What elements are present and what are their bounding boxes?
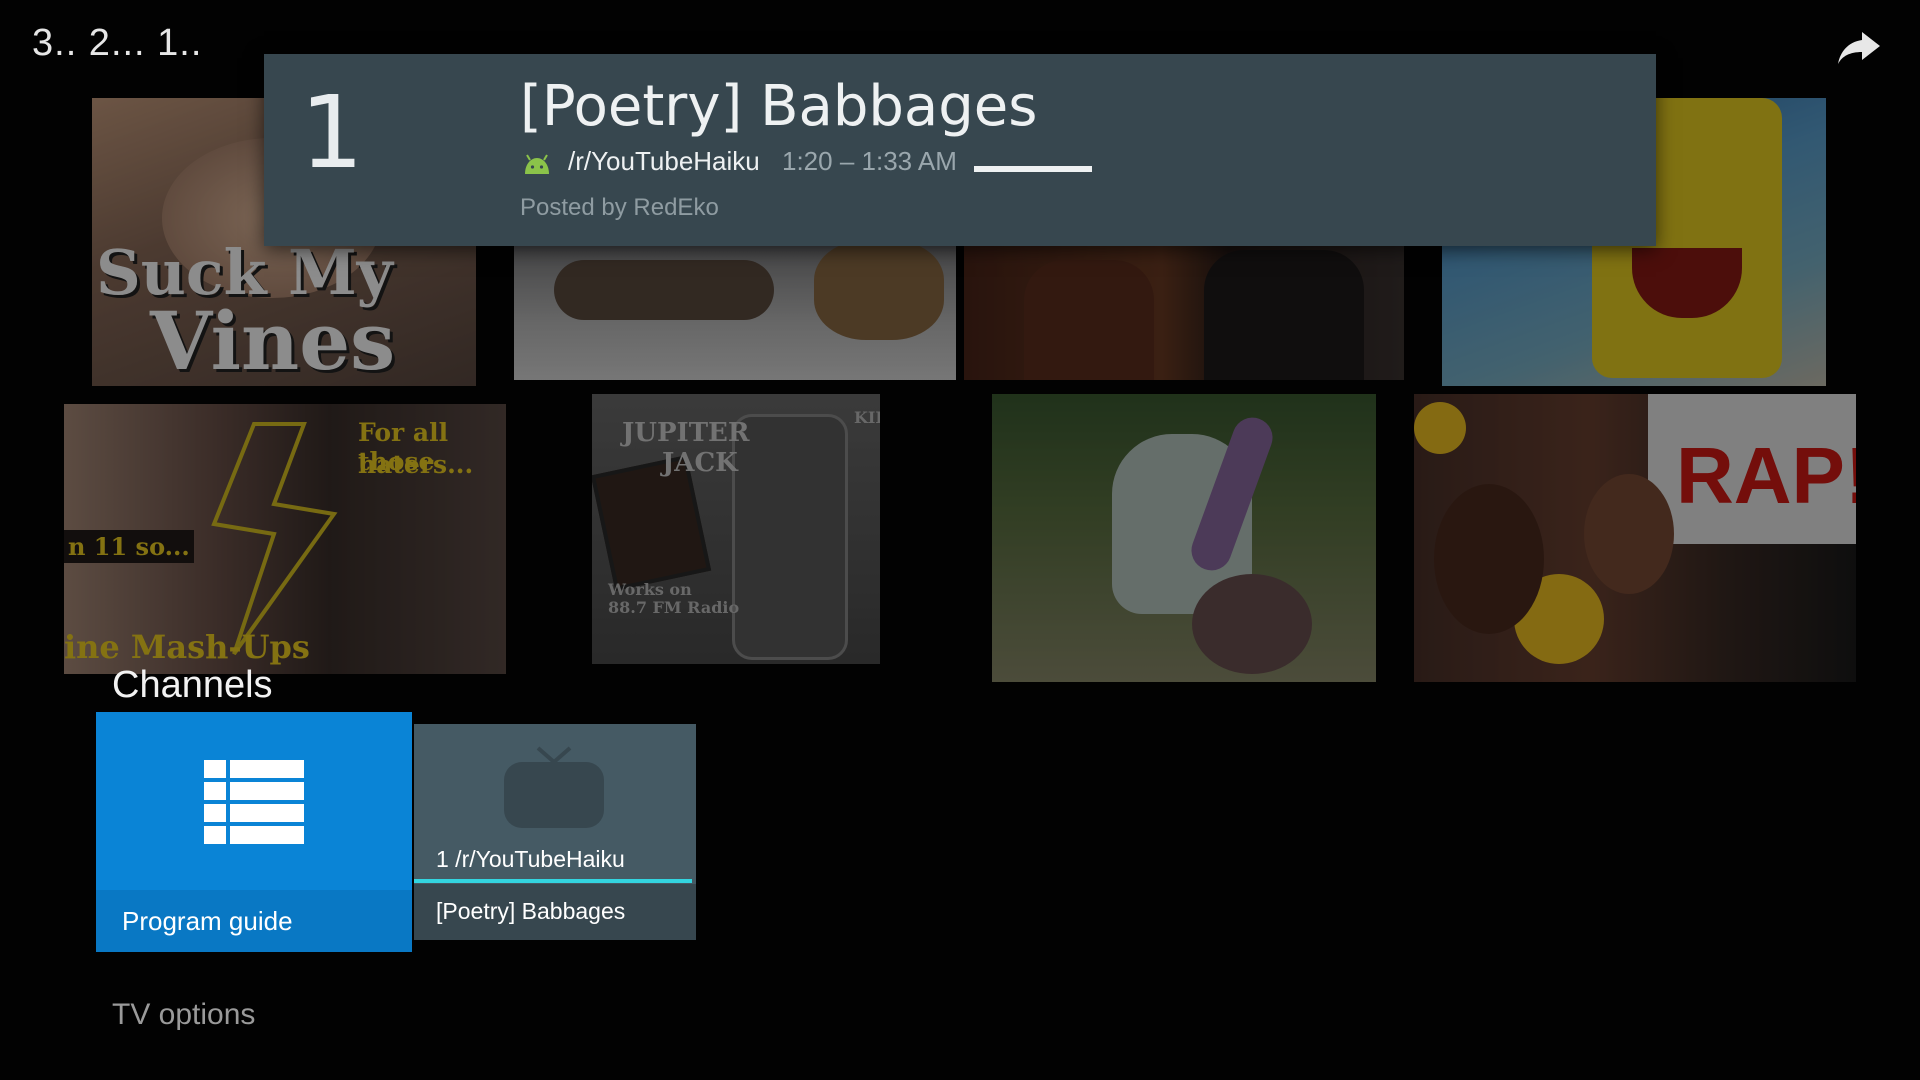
program-progress-bar — [974, 166, 1092, 172]
channels-heading: Channels — [112, 664, 273, 706]
program-guide-button[interactable]: Program guide — [96, 712, 412, 952]
tv-options-heading[interactable]: TV options — [112, 998, 255, 1032]
thumbnail-mash-ups[interactable]: For all those haters... n 11 so... ine M… — [64, 404, 506, 674]
program-info-panel: 1 [Poetry] Babbages /r/YouTubeHaiku 1:20… — [264, 54, 1656, 246]
channel-card-label: 1 /r/YouTubeHaiku — [436, 846, 625, 872]
thumb-text-works-on: Works on — [608, 580, 692, 599]
program-guide-label: Program guide — [122, 906, 293, 936]
android-icon — [525, 154, 549, 174]
thumbnail-rap-reaction[interactable]: RAP! — [1414, 394, 1856, 682]
time-range: 1:20 – 1:33 AM — [782, 146, 957, 176]
posted-by: Posted by RedEko — [520, 194, 719, 221]
thumb-text-haters: haters... — [358, 450, 474, 479]
list-grid-icon — [204, 760, 304, 844]
thumbnail-squidward[interactable] — [992, 394, 1376, 682]
channel-name: /r/YouTubeHaiku — [568, 146, 760, 176]
channel-card-program: [Poetry] Babbages — [436, 898, 626, 924]
channel-card-youtubehaiku[interactable]: 1 /r/YouTubeHaiku [Poetry] Babbages — [414, 724, 696, 940]
tv-icon — [504, 746, 604, 828]
screen-title: 3.. 2... 1.. — [32, 22, 203, 64]
thumb-text-vines: Vines — [150, 294, 396, 386]
share-arrow-icon[interactable] — [1836, 28, 1882, 68]
thumbnail-bed-teddy[interactable] — [514, 240, 956, 380]
thumb-text-11-so: n 11 so... — [64, 530, 194, 563]
thumb-text-mash-ups: ine Mash-Ups — [64, 628, 310, 666]
thumb-text-jack: JACK — [662, 448, 738, 478]
thumb-text-rap: RAP! — [1676, 431, 1856, 520]
thumb-text-kii: KII — [854, 408, 880, 427]
program-progress-fill — [974, 166, 1092, 172]
channel-card-progress — [414, 879, 692, 883]
thumb-text-fm-radio: 88.7 FM Radio — [608, 598, 740, 617]
thumb-text-jupiter: JUPITER — [622, 418, 750, 448]
thumbnail-two-people[interactable] — [964, 240, 1404, 380]
thumbnail-jupiter-jack[interactable]: JUPITER JACK Works on 88.7 FM Radio KII — [592, 394, 880, 664]
channel-number: 1 — [300, 74, 364, 191]
program-title: [Poetry] Babbages — [520, 74, 1038, 139]
